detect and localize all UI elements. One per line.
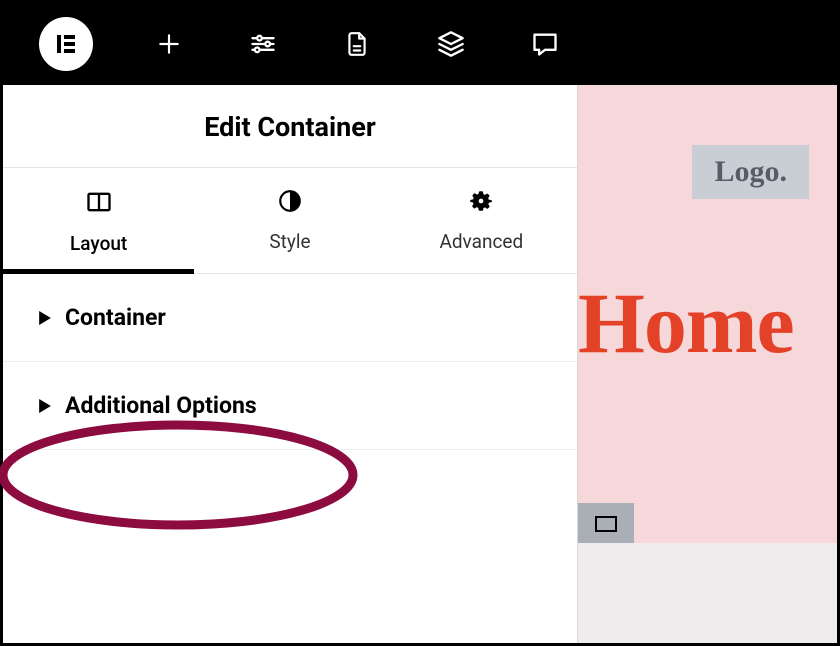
- columns-icon: [85, 188, 113, 220]
- section-label: Additional Options: [65, 392, 257, 419]
- tab-layout[interactable]: Layout: [3, 168, 194, 274]
- container-handle[interactable]: [578, 503, 634, 545]
- sliders-icon[interactable]: [245, 26, 281, 62]
- elementor-icon: [54, 32, 78, 56]
- panel-title: Edit Container: [3, 85, 577, 167]
- gear-icon: [468, 188, 494, 218]
- sections: Container Additional Options: [3, 274, 577, 643]
- document-icon[interactable]: [339, 26, 375, 62]
- layers-icon[interactable]: [433, 26, 469, 62]
- half-circle-icon: [277, 188, 303, 218]
- tabs: Layout Style: [3, 168, 577, 274]
- caret-right-icon: [39, 399, 51, 413]
- logo-text: Logo.: [714, 155, 787, 188]
- preview-bottom-area: [578, 543, 837, 643]
- section-label: Container: [65, 304, 166, 331]
- tab-label: Style: [269, 230, 310, 253]
- caret-right-icon: [39, 311, 51, 325]
- logo-placeholder[interactable]: Logo.: [692, 145, 809, 199]
- elementor-logo[interactable]: [39, 17, 93, 71]
- body: Edit Container Layout: [3, 85, 837, 643]
- section-additional-options[interactable]: Additional Options: [3, 362, 577, 450]
- page-headline: Home: [578, 273, 794, 373]
- topbar: [3, 3, 837, 85]
- editor-panel: Edit Container Layout: [3, 85, 578, 643]
- tab-label: Advanced: [439, 230, 523, 253]
- canvas-preview[interactable]: Logo. Home: [578, 85, 837, 643]
- tab-label: Layout: [70, 232, 127, 255]
- rectangle-icon: [595, 516, 617, 532]
- tab-advanced[interactable]: Advanced: [386, 168, 577, 274]
- tab-style[interactable]: Style: [194, 168, 385, 274]
- chat-icon[interactable]: [527, 26, 563, 62]
- app-frame: Edit Container Layout: [0, 0, 840, 646]
- plus-icon[interactable]: [151, 26, 187, 62]
- section-container[interactable]: Container: [3, 274, 577, 362]
